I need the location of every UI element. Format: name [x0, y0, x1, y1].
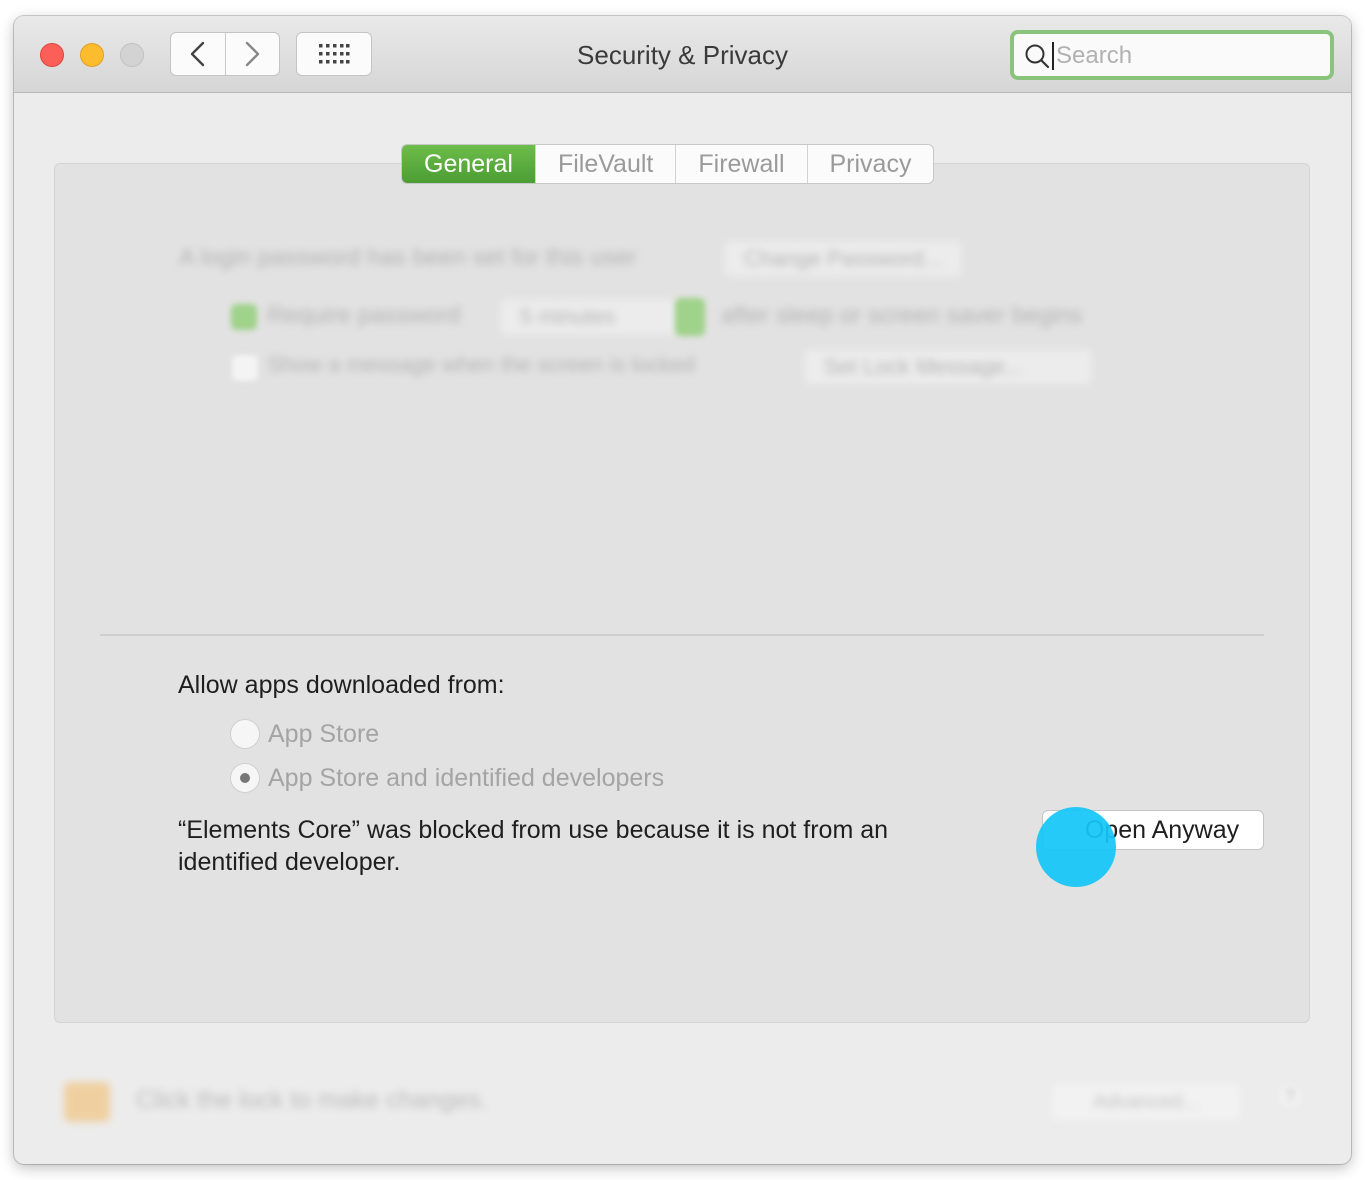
login-password-text: A login password has been set for this u…: [179, 244, 637, 271]
tab-filevault[interactable]: FileVault: [534, 145, 675, 183]
radio-label: App Store: [268, 719, 380, 748]
radio-button-selected[interactable]: [230, 763, 260, 793]
change-password-button[interactable]: Change Password...: [723, 240, 964, 278]
require-password-delay-select[interactable]: 5 minutes: [499, 298, 679, 336]
tap-indicator: [1036, 807, 1116, 887]
help-button[interactable]: ?: [1276, 1082, 1304, 1110]
allow-apps-heading: Allow apps downloaded from:: [178, 671, 505, 699]
show-message-label: Show a message when the screen is locked: [267, 352, 696, 377]
require-password-label: Require password: [267, 302, 461, 329]
tab-privacy[interactable]: Privacy: [806, 145, 934, 183]
titlebar: Security & Privacy: [14, 16, 1351, 93]
radio-app-store[interactable]: App Store: [230, 719, 379, 749]
search-icon: [1025, 44, 1050, 69]
set-lock-message-button[interactable]: Set Lock Message...: [803, 348, 1093, 386]
security-privacy-window: Security & Privacy A login password has …: [14, 16, 1351, 1164]
advanced-button[interactable]: Advanced...: [1050, 1082, 1242, 1122]
require-password-suffix: after sleep or screen saver begins: [721, 302, 1083, 329]
delay-stepper-icon[interactable]: [675, 298, 705, 336]
lock-hint-text: Click the lock to make changes.: [136, 1086, 488, 1114]
radio-button[interactable]: [230, 719, 260, 749]
radio-dot: [240, 773, 250, 783]
search-input[interactable]: [1054, 38, 1318, 74]
search-field[interactable]: [1010, 30, 1334, 80]
section-divider: [100, 634, 1264, 636]
radio-label: App Store and identified developers: [268, 763, 665, 792]
tab-firewall[interactable]: Firewall: [675, 145, 806, 183]
tab-general[interactable]: General: [402, 145, 535, 183]
tab-content-panel: A login password has been set for this u…: [54, 163, 1310, 1023]
radio-app-store-identified[interactable]: App Store and identified developers: [230, 763, 664, 793]
tab-bar: General FileVault Firewall Privacy: [401, 144, 935, 184]
require-password-checkbox[interactable]: [231, 304, 257, 330]
show-message-checkbox[interactable]: [231, 354, 259, 382]
blocked-app-message: “Elements Core” was blocked from use bec…: [178, 816, 889, 876]
lock-icon[interactable]: [64, 1082, 110, 1122]
